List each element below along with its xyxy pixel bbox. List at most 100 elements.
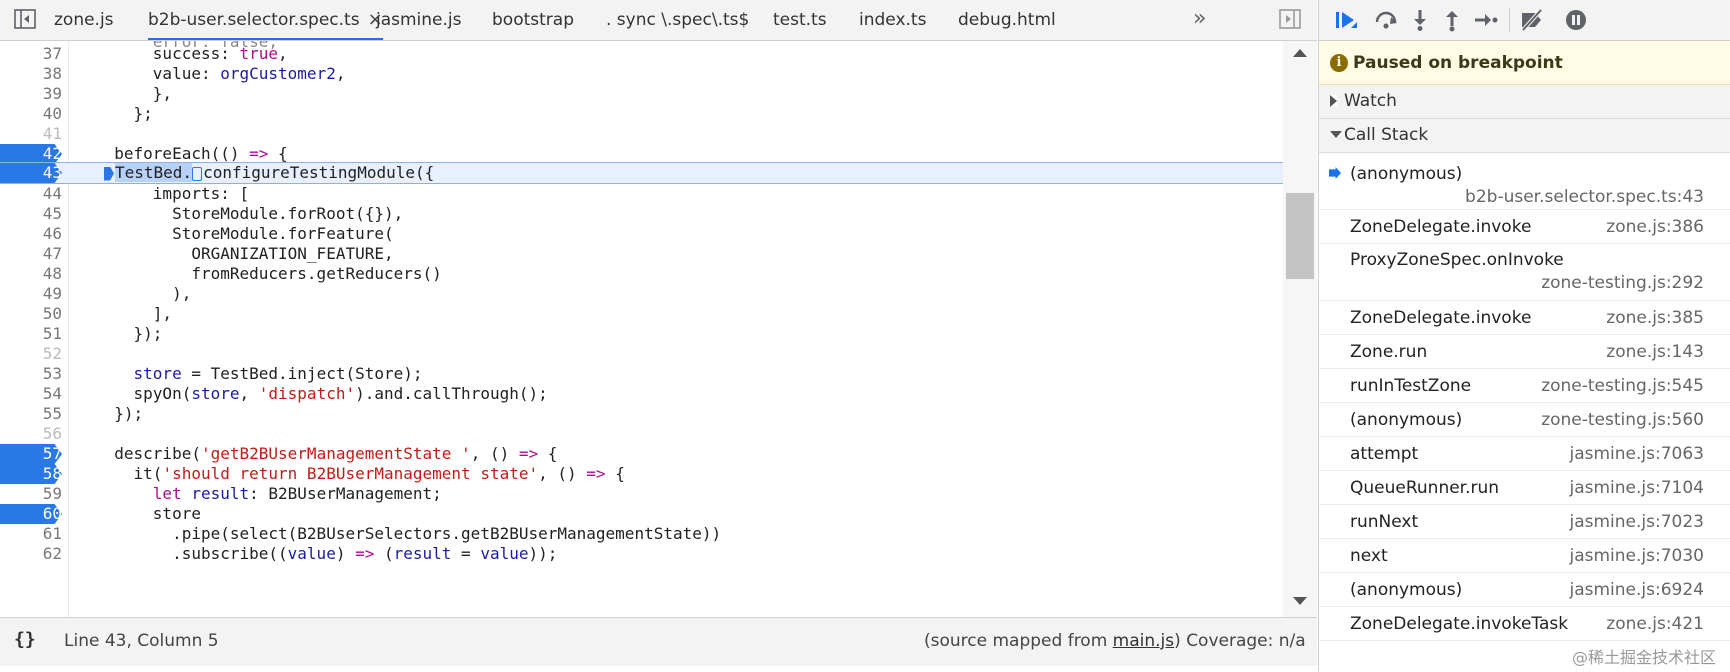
code-editor[interactable]: error: false, 37 success: true, 38 value…: [0, 41, 1283, 617]
frame-location[interactable]: zone.js:143: [1606, 342, 1704, 362]
toggle-navigator-icon[interactable]: [14, 9, 36, 29]
call-frame[interactable]: next jasmine.js:7030: [1319, 539, 1730, 573]
tab-b2b-user-selector-spec[interactable]: b2b-user.selector.spec.ts ×: [148, 0, 383, 40]
line-number[interactable]: 57: [0, 443, 62, 465]
line-number[interactable]: 43: [0, 163, 62, 183]
toolbar-divider: [1509, 8, 1510, 32]
line-number[interactable]: 39: [0, 83, 62, 105]
line-number[interactable]: 58: [0, 463, 62, 485]
line-number[interactable]: 37: [0, 43, 62, 65]
callstack-label: Call Stack: [1344, 125, 1429, 145]
step-out-icon[interactable]: [1439, 8, 1465, 32]
line-number[interactable]: 56: [0, 423, 62, 445]
line-number[interactable]: 62: [0, 543, 62, 565]
line-number[interactable]: 48: [0, 263, 62, 285]
watch-section-header[interactable]: Watch: [1319, 85, 1730, 119]
source-map-link[interactable]: main.js: [1113, 631, 1174, 651]
frame-location[interactable]: jasmine.js:7030: [1570, 546, 1705, 566]
toggle-debugger-icon[interactable]: [1279, 9, 1301, 29]
frame-function: QueueRunner.run: [1350, 478, 1500, 498]
line-number[interactable]: 45: [0, 203, 62, 225]
file-tabs-bar: zone.js b2b-user.selector.spec.ts × jasmi…: [0, 0, 1317, 41]
frame-location[interactable]: zone.js:421: [1606, 614, 1704, 634]
call-frame[interactable]: ZoneDelegate.invokeTask zone.js:421: [1319, 607, 1730, 641]
call-frame[interactable]: runNext jasmine.js:7023: [1319, 505, 1730, 539]
step-into-icon[interactable]: [1407, 8, 1433, 32]
code-line: 37 success: true,: [0, 43, 1283, 65]
call-frame[interactable]: ZoneDelegate.invoke zone.js:385: [1319, 301, 1730, 335]
collapse-arrow-icon: [1330, 131, 1342, 138]
call-frame[interactable]: ProxyZoneSpec.onInvoke zone-testing.js:2…: [1319, 244, 1730, 301]
frame-function: ZoneDelegate.invoke: [1350, 217, 1532, 237]
tab-zone-js[interactable]: zone.js: [54, 0, 114, 40]
line-number[interactable]: 41: [0, 123, 62, 145]
call-frame[interactable]: QueueRunner.run jasmine.js:7104: [1319, 471, 1730, 505]
line-number[interactable]: 50: [0, 303, 62, 325]
tab-label: b2b-user.selector.spec.ts: [148, 10, 360, 30]
tab-sync-spec[interactable]: . sync \.spec\.ts$: [606, 0, 749, 40]
editor-scrollbar[interactable]: [1283, 41, 1317, 617]
more-tabs-icon[interactable]: »: [1193, 6, 1206, 31]
line-number[interactable]: 46: [0, 223, 62, 245]
line-number[interactable]: 53: [0, 363, 62, 385]
call-frame[interactable]: attempt jasmine.js:7063: [1319, 437, 1730, 471]
frame-function: (anonymous): [1350, 580, 1463, 600]
call-frame[interactable]: ZoneDelegate.invoke zone.js:386: [1319, 210, 1730, 244]
call-frame[interactable]: Zone.run zone.js:143: [1319, 335, 1730, 369]
frame-location[interactable]: zone.js:386: [1606, 217, 1704, 237]
frame-location[interactable]: jasmine.js:7063: [1570, 444, 1705, 464]
tab-debug-html[interactable]: debug.html: [958, 0, 1056, 40]
line-number[interactable]: 40: [0, 103, 62, 125]
tab-bootstrap[interactable]: bootstrap: [492, 0, 574, 40]
inline-breakpoint-icon[interactable]: [104, 166, 114, 181]
code-line: 47 ORGANIZATION_FEATURE,: [0, 243, 1283, 265]
line-number[interactable]: 52: [0, 343, 62, 365]
resume-icon[interactable]: [1333, 8, 1359, 32]
frame-function: Zone.run: [1350, 342, 1428, 362]
callstack-section-header[interactable]: Call Stack: [1319, 119, 1730, 153]
tab-test-ts[interactable]: test.ts: [773, 0, 827, 40]
frame-function: next: [1350, 546, 1388, 566]
call-frame[interactable]: (anonymous) zone-testing.js:560: [1319, 403, 1730, 437]
watermark: @稀土掘金技术社区: [1571, 648, 1716, 667]
frame-location[interactable]: jasmine.js:7104: [1570, 478, 1705, 498]
deactivate-breakpoints-icon[interactable]: [1519, 8, 1545, 32]
frame-location[interactable]: b2b-user.selector.spec.ts:43: [1465, 187, 1704, 207]
scroll-down-icon[interactable]: [1293, 597, 1307, 605]
frame-location[interactable]: jasmine.js:6924: [1570, 580, 1705, 600]
line-number[interactable]: 44: [0, 183, 62, 205]
code-line: 53 store = TestBed.inject(Store);: [0, 363, 1283, 385]
line-number[interactable]: 54: [0, 383, 62, 405]
line-number[interactable]: 38: [0, 63, 62, 85]
expand-arrow-icon: [1330, 95, 1337, 107]
editor-status-bar: {} Line 43, Column 5 (source mapped from…: [0, 617, 1317, 666]
line-number[interactable]: 51: [0, 323, 62, 345]
line-number[interactable]: 55: [0, 403, 62, 425]
call-frame[interactable]: runInTestZone zone-testing.js:545: [1319, 369, 1730, 403]
frame-location[interactable]: zone.js:385: [1606, 308, 1704, 328]
pretty-print-icon[interactable]: {}: [14, 629, 36, 650]
frame-location[interactable]: zone-testing.js:292: [1541, 273, 1704, 293]
call-frame[interactable]: (anonymous) jasmine.js:6924: [1319, 573, 1730, 607]
code-line: 52: [0, 343, 1283, 365]
scroll-up-icon[interactable]: [1293, 49, 1307, 57]
cursor-position: Line 43, Column 5: [64, 631, 219, 651]
inline-breakpoint-hollow-icon[interactable]: [192, 166, 203, 181]
tab-jasmine-js[interactable]: jasmine.js: [376, 0, 462, 40]
frame-location[interactable]: zone-testing.js:560: [1541, 410, 1704, 430]
line-number[interactable]: 60: [0, 503, 62, 525]
line-number[interactable]: 59: [0, 483, 62, 505]
line-number[interactable]: 49: [0, 283, 62, 305]
code-line: 55 });: [0, 403, 1283, 425]
step-over-icon[interactable]: [1373, 8, 1399, 32]
step-icon[interactable]: [1473, 8, 1499, 32]
call-frame-current[interactable]: (anonymous) b2b-user.selector.spec.ts:43: [1319, 153, 1730, 210]
scroll-thumb[interactable]: [1286, 193, 1314, 279]
tab-index-ts[interactable]: index.ts: [859, 0, 926, 40]
line-number[interactable]: 61: [0, 523, 62, 545]
pause-on-exceptions-icon[interactable]: [1563, 8, 1589, 32]
frame-location[interactable]: jasmine.js:7023: [1570, 512, 1705, 532]
line-number[interactable]: 47: [0, 243, 62, 265]
source-map-info: (source mapped from main.js) Coverage: n…: [924, 631, 1306, 651]
frame-location[interactable]: zone-testing.js:545: [1541, 376, 1704, 396]
